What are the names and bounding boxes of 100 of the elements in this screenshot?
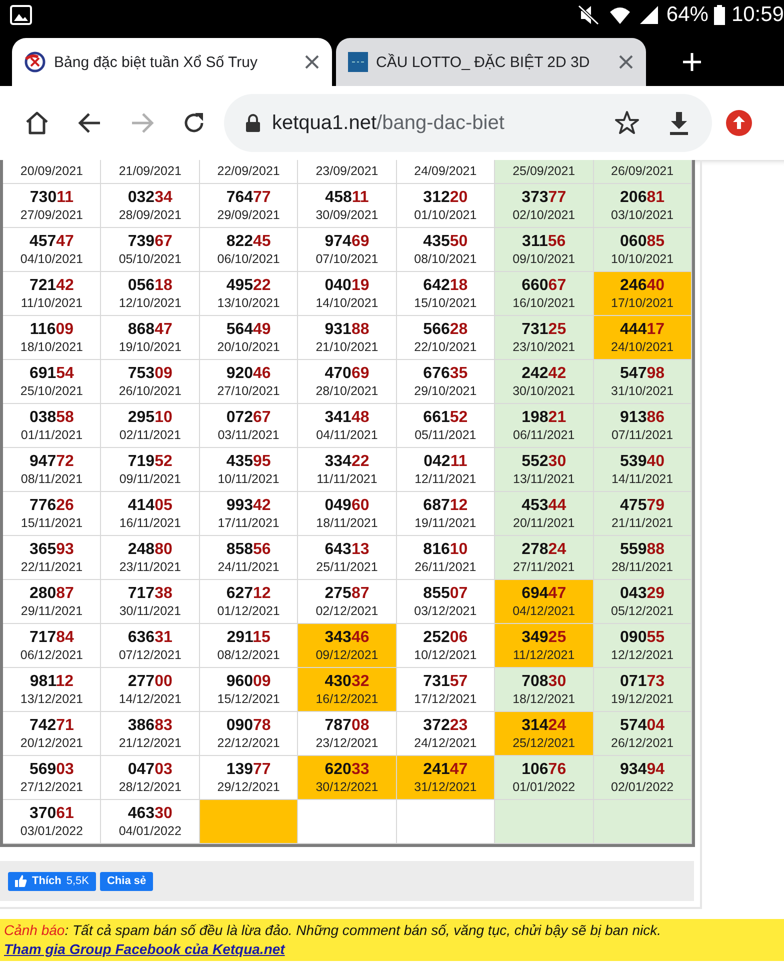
result-date: 09/10/2021 — [512, 250, 576, 268]
reload-icon[interactable] — [182, 111, 206, 135]
result-date: 31/10/2021 — [611, 382, 674, 400]
result-number: 62033 — [324, 760, 370, 778]
result-number: 78708 — [324, 716, 370, 734]
close-icon[interactable] — [618, 54, 634, 70]
back-icon[interactable] — [78, 111, 102, 135]
result-number: 93494 — [620, 760, 665, 778]
result-number: 81610 — [423, 540, 468, 558]
result-date: 25/10/2021 — [20, 382, 83, 400]
result-date: 20/10/2021 — [217, 338, 280, 356]
result-number: 70830 — [522, 672, 566, 690]
browser-tab[interactable]: CẦU LOTTO_ ĐẶC BIỆT 2D 3D — [336, 38, 646, 86]
result-date: 03/01/2022 — [20, 822, 83, 840]
result-date: 08/11/2021 — [20, 470, 83, 488]
browser-tab[interactable]: Bảng đặc biệt tuần Xổ Số Truy — [12, 38, 332, 86]
result-number: 07267 — [226, 408, 271, 426]
site-favicon-icon — [348, 52, 368, 72]
result-number: 38683 — [128, 716, 172, 734]
result-date: 09/12/2021 — [316, 646, 378, 664]
result-date: 05/12/2021 — [611, 602, 674, 620]
result-date: 06/11/2021 — [513, 426, 575, 444]
result-number: 45811 — [325, 188, 369, 206]
result-date: 30/10/2021 — [512, 382, 576, 400]
result-date: 05/10/2021 — [118, 250, 182, 268]
result-date: 15/12/2021 — [217, 690, 280, 708]
result-date: 31/12/2021 — [414, 778, 477, 796]
result-date: 04/11/2021 — [316, 426, 378, 444]
result-number: 94772 — [29, 452, 74, 470]
result-number: 43032 — [324, 672, 370, 690]
result-date: 21/11/2021 — [611, 514, 674, 532]
result-number: 34148 — [324, 408, 370, 426]
site-logo-icon — [24, 51, 46, 73]
result-number: 45344 — [522, 496, 566, 514]
result-number: 25206 — [423, 628, 468, 646]
new-tab-icon[interactable] — [682, 52, 702, 72]
result-number: 57404 — [620, 716, 665, 734]
facebook-group-link[interactable]: Tham gia Group Facebook của Ketqua.net — [4, 940, 285, 959]
result-date: 07/10/2021 — [316, 250, 378, 268]
result-number: 74271 — [29, 716, 74, 734]
result-number: 04960 — [324, 496, 370, 514]
result-number: 91386 — [620, 408, 665, 426]
result-number: 24880 — [128, 540, 172, 558]
result-date: 07/11/2021 — [611, 426, 674, 444]
result-date: 11/12/2021 — [513, 646, 575, 664]
result-number: 92046 — [226, 364, 271, 382]
result-number: 04703 — [128, 760, 172, 778]
result-date: 02/01/2022 — [611, 778, 674, 796]
result-number: 27587 — [324, 584, 370, 602]
result-number: 04329 — [620, 584, 665, 602]
result-number: 36593 — [29, 540, 74, 558]
result-date: 16/11/2021 — [119, 514, 181, 532]
result-number: 24640 — [620, 276, 665, 294]
update-icon[interactable] — [726, 110, 752, 136]
close-icon[interactable] — [304, 54, 320, 70]
result-number: 10676 — [522, 760, 566, 778]
result-date: 02/10/2021 — [512, 206, 576, 224]
result-date: 27/09/2021 — [20, 206, 83, 224]
result-number: 85856 — [226, 540, 271, 558]
result-date: 21/10/2021 — [316, 338, 378, 356]
result-date: 28/10/2021 — [316, 382, 378, 400]
result-number: 63631 — [128, 628, 172, 646]
like-button[interactable]: Thích 5,5K — [8, 872, 96, 890]
home-icon[interactable] — [24, 110, 50, 136]
result-date: 21/09/2021 — [118, 163, 182, 180]
result-date: 24/10/2021 — [611, 338, 674, 356]
result-date: 24/09/2021 — [414, 163, 477, 180]
result-number: 54798 — [620, 364, 665, 382]
download-icon[interactable] — [668, 111, 690, 135]
result-date: 12/12/2021 — [611, 646, 674, 664]
share-button[interactable]: Chia sẻ — [100, 872, 154, 890]
thumbs-up-icon — [15, 875, 27, 887]
result-date: 28/11/2021 — [611, 558, 674, 576]
result-date: 02/12/2021 — [316, 602, 378, 620]
result-number: 53940 — [620, 452, 665, 470]
result-date: 14/12/2021 — [118, 690, 182, 708]
result-number: 29510 — [128, 408, 172, 426]
result-number: 47579 — [620, 496, 665, 514]
result-number: 43595 — [226, 452, 271, 470]
address-bar[interactable]: ketqua1.net/bang-dac-biet — [224, 94, 712, 152]
result-date: 10/10/2021 — [611, 250, 674, 268]
result-number: 73125 — [522, 320, 566, 338]
result-date: 27/12/2021 — [20, 778, 83, 796]
star-icon[interactable] — [614, 110, 640, 136]
result-number: 03234 — [128, 188, 172, 206]
result-date: 03/12/2021 — [414, 602, 477, 620]
result-number: 69154 — [29, 364, 74, 382]
result-number: 06085 — [620, 232, 665, 250]
result-date: 29/12/2021 — [217, 778, 280, 796]
result-date: 15/11/2021 — [20, 514, 83, 532]
result-number: 20681 — [620, 188, 665, 206]
result-date: 27/11/2021 — [513, 558, 575, 576]
result-number: 29115 — [226, 628, 270, 646]
result-date: 17/11/2021 — [218, 514, 280, 532]
warning-text: Cảnh báo: Tất cả spam bán số đều là lừa đảo. Những comment bán số, văng tục, chửi bậy sẽ bị ban nick. — [4, 921, 662, 940]
result-date: 15/10/2021 — [414, 294, 477, 312]
result-number: 27700 — [128, 672, 172, 690]
result-number: 33422 — [324, 452, 370, 470]
result-number: 99342 — [226, 496, 271, 514]
result-number: 56449 — [226, 320, 271, 338]
